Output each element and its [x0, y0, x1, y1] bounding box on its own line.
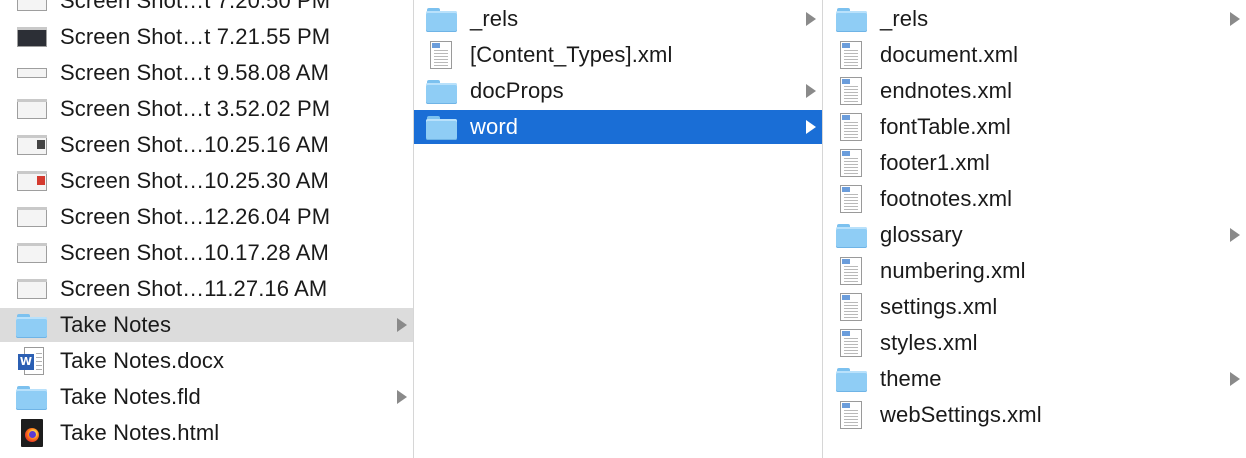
- screenshot-thumbnail-icon: [16, 203, 48, 231]
- folder-icon: [836, 221, 868, 249]
- item-label: glossary: [880, 222, 963, 247]
- folder-icon: [836, 5, 868, 33]
- folder-icon: [426, 113, 458, 141]
- item-label: footer1.xml: [880, 150, 990, 175]
- xml-document-icon: [836, 257, 868, 285]
- disclosure-chevron-icon: [806, 12, 816, 26]
- folder-item-take-notes-fld[interactable]: Take Notes.fld: [0, 380, 413, 414]
- disclosure-chevron-icon: [806, 84, 816, 98]
- screenshot-thumbnail-icon: [16, 95, 48, 123]
- item-label: settings.xml: [880, 294, 998, 319]
- word-document-icon: W: [16, 347, 48, 375]
- file-item-content-types-xml[interactable]: [Content_Types].xml: [414, 38, 822, 72]
- file-item-screen-shot-10-17-28-am[interactable]: Screen Shot…10.17.28 AM: [0, 236, 413, 270]
- item-label: Screen Shot…11.27.16 AM: [60, 276, 328, 301]
- item-label: Screen Shot…10.17.28 AM: [60, 240, 329, 265]
- file-item-endnotes-xml[interactable]: endnotes.xml: [823, 74, 1246, 108]
- folder-item-rels[interactable]: _rels: [823, 2, 1246, 36]
- item-label: [Content_Types].xml: [470, 42, 673, 67]
- folder-item-glossary[interactable]: glossary: [823, 218, 1246, 252]
- folder-item-word[interactable]: word: [414, 110, 822, 144]
- file-item-numbering-xml[interactable]: numbering.xml: [823, 254, 1246, 288]
- disclosure-chevron-icon: [397, 318, 407, 332]
- file-item-styles-xml[interactable]: styles.xml: [823, 326, 1246, 360]
- folder-icon: [426, 77, 458, 105]
- disclosure-chevron-icon: [806, 120, 816, 134]
- disclosure-chevron-icon: [1230, 228, 1240, 242]
- screenshot-thumbnail-icon: [16, 239, 48, 267]
- item-label: Take Notes.html: [60, 420, 220, 445]
- item-label: document.xml: [880, 42, 1019, 67]
- xml-document-icon: [836, 293, 868, 321]
- screenshot-thumbnail-icon: [16, 275, 48, 303]
- file-item-screen-shot-10-25-16-am[interactable]: Screen Shot…10.25.16 AM: [0, 128, 413, 162]
- disclosure-chevron-icon: [1230, 372, 1240, 386]
- file-item-footnotes-xml[interactable]: footnotes.xml: [823, 182, 1246, 216]
- folder-item-rels[interactable]: _rels: [414, 2, 822, 36]
- item-label: word: [470, 114, 519, 139]
- item-label: numbering.xml: [880, 258, 1026, 283]
- xml-document-icon: [836, 149, 868, 177]
- file-item-settings-xml[interactable]: settings.xml: [823, 290, 1246, 324]
- file-item-take-notes-html[interactable]: Take Notes.html: [0, 416, 413, 450]
- folder-icon: [16, 311, 48, 339]
- file-item-fonttable-xml[interactable]: fontTable.xml: [823, 110, 1246, 144]
- folder-item-theme[interactable]: theme: [823, 362, 1246, 396]
- file-item-document-xml[interactable]: document.xml: [823, 38, 1246, 72]
- item-label: styles.xml: [880, 330, 978, 355]
- screenshot-thumbnail-icon: [16, 59, 48, 87]
- xml-document-icon: [836, 77, 868, 105]
- finder-column-word[interactable]: _rels document.xml endnotes.xml fontTable.x…: [823, 0, 1246, 458]
- file-item-screen-shot-10-25-30-am[interactable]: Screen Shot…10.25.30 AM: [0, 164, 413, 198]
- xml-document-icon: [836, 401, 868, 429]
- file-item-websettings-xml[interactable]: webSettings.xml: [823, 398, 1246, 432]
- file-item-screen-shot-t-7-21-55-pm[interactable]: Screen Shot…t 7.21.55 PM: [0, 20, 413, 54]
- screenshot-thumbnail-icon: [16, 23, 48, 51]
- screenshot-thumbnail-icon: [16, 167, 48, 195]
- xml-document-icon: [426, 41, 458, 69]
- item-label: Screen Shot…12.26.04 PM: [60, 204, 331, 229]
- xml-document-icon: [836, 329, 868, 357]
- item-label: Screen Shot…10.25.30 AM: [60, 168, 329, 193]
- firefox-html-icon: [16, 419, 48, 447]
- item-label: docProps: [470, 78, 564, 103]
- file-item-screen-shot-t-3-52-02-pm[interactable]: Screen Shot…t 3.52.02 PM: [0, 92, 413, 126]
- screenshot-thumbnail-icon: [16, 131, 48, 159]
- disclosure-chevron-icon: [1230, 12, 1240, 26]
- file-item-screen-shot-t-7-20-50-pm[interactable]: Screen Shot…t 7.20.50 PM: [0, 0, 413, 18]
- folder-icon: [426, 5, 458, 33]
- item-label: webSettings.xml: [880, 402, 1042, 427]
- item-label: Screen Shot…t 7.21.55 PM: [60, 24, 331, 49]
- item-label: Screen Shot…t 7.20.50 PM: [60, 0, 331, 13]
- xml-document-icon: [836, 41, 868, 69]
- xml-document-icon: [836, 113, 868, 141]
- file-item-screen-shot-t-9-58-08-am[interactable]: Screen Shot…t 9.58.08 AM: [0, 56, 413, 90]
- file-item-screen-shot-11-27-16-am[interactable]: Screen Shot…11.27.16 AM: [0, 272, 413, 306]
- screenshot-thumbnail-icon: [16, 0, 48, 15]
- item-label: endnotes.xml: [880, 78, 1013, 103]
- file-item-take-notes-docx[interactable]: W Take Notes.docx: [0, 344, 413, 378]
- item-label: _rels: [470, 6, 519, 31]
- item-label: Screen Shot…t 9.58.08 AM: [60, 60, 329, 85]
- folder-icon: [16, 383, 48, 411]
- file-item-screen-shot-12-26-04-pm[interactable]: Screen Shot…12.26.04 PM: [0, 200, 413, 234]
- item-label: Take Notes.fld: [60, 384, 201, 409]
- finder-column-take-notes[interactable]: _rels [Content_Types].xml docProps word: [414, 0, 822, 458]
- folder-icon: [836, 365, 868, 393]
- folder-item-take-notes[interactable]: Take Notes: [0, 308, 413, 342]
- item-label: footnotes.xml: [880, 186, 1013, 211]
- item-label: fontTable.xml: [880, 114, 1011, 139]
- item-label: _rels: [880, 6, 929, 31]
- finder-column-parent[interactable]: Screen Shot…t 7.20.50 PM Screen Shot…t 7.…: [0, 0, 413, 458]
- file-item-footer1-xml[interactable]: footer1.xml: [823, 146, 1246, 180]
- disclosure-chevron-icon: [397, 390, 407, 404]
- xml-document-icon: [836, 185, 868, 213]
- item-label: Screen Shot…t 3.52.02 PM: [60, 96, 331, 121]
- folder-item-docprops[interactable]: docProps: [414, 74, 822, 108]
- item-label: Screen Shot…10.25.16 AM: [60, 132, 329, 157]
- item-label: Take Notes.docx: [60, 348, 225, 373]
- item-label: theme: [880, 366, 942, 391]
- item-label: Take Notes: [60, 312, 172, 337]
